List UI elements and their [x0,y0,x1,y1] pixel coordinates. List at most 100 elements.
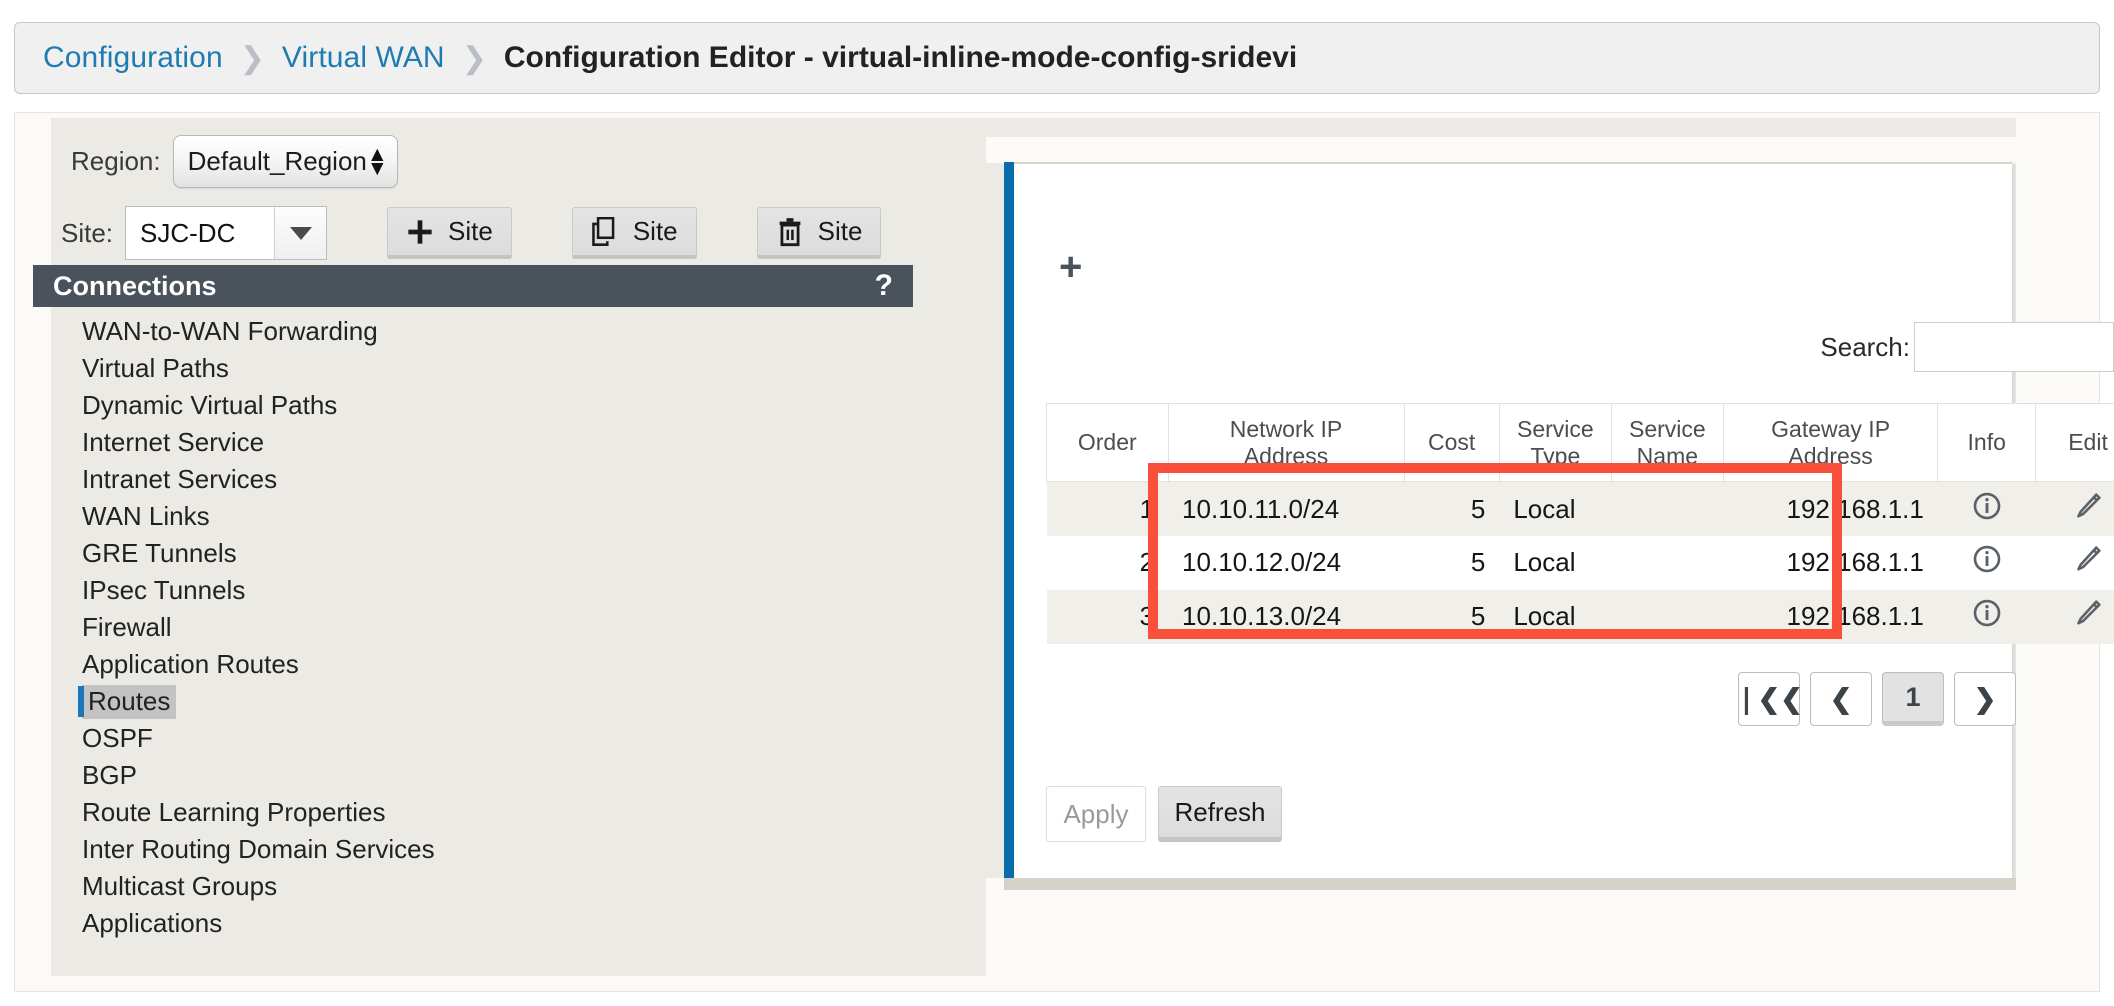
search-label: Search: [1820,331,1910,362]
breadcrumb: Configuration ❯ Virtual WAN ❯ Configurat… [14,22,2100,94]
info-circle-icon [1973,600,2001,627]
sidebar-item-label: Application Routes [82,649,299,679]
apply-button[interactable]: Apply [1046,786,1146,842]
delete-site-label: Site [817,216,863,246]
edit-button[interactable] [2035,481,2114,536]
column-header-network-ip[interactable]: Network IP Address [1167,402,1405,483]
breadcrumb-item-virtual-wan[interactable]: Virtual WAN [282,41,445,75]
refresh-button[interactable]: Refresh [1158,786,1282,842]
add-route-button[interactable]: + [1059,247,1082,287]
sidebar-item-label: WAN Links [82,501,210,531]
right-pane-strip [986,137,2016,163]
copy-site-button[interactable]: Site [571,207,697,259]
site-label: Site: [61,217,114,248]
table-row[interactable]: 2 10.10.12.0/24 5 Local 192.168.1.1 [1046,535,2114,590]
info-button[interactable] [1937,481,2036,536]
region-row: Region: Default_Region ▲ ▼ [71,135,398,188]
sidebar-item-label: GRE Tunnels [82,538,237,568]
info-button[interactable] [1937,589,2036,644]
breadcrumb-item-current: Configuration Editor - virtual-inline-mo… [503,41,1298,74]
pencil-icon [2077,492,2101,518]
cell-service-type: Local [1499,535,1612,590]
plus-icon [408,219,432,244]
sidebar-item-label: BGP [82,760,137,790]
sidebar-item-dynamic-virtual-paths[interactable]: Dynamic Virtual Paths [33,387,913,424]
cell-network-ip-address: 10.10.11.0/24 [1168,481,1404,536]
sidebar-item-label: Internet Service [82,427,265,457]
edit-button[interactable] [2035,535,2114,590]
sidebar-item-intranet-services[interactable]: Intranet Services [33,461,913,498]
sidebar-item-inter-routing-domain-services[interactable]: Inter Routing Domain Services [33,831,913,868]
site-row: Site: SJC-DC Site Site Site [61,206,882,260]
column-header-gateway-ip[interactable]: Gateway IP Address [1722,402,1939,483]
info-circle-icon [1973,492,2001,519]
cell-order: 3 [1046,589,1169,644]
help-icon[interactable]: ? [875,269,893,303]
cell-network-ip-address: 10.10.12.0/24 [1168,535,1404,590]
sidebar-item-ipsec-tunnels[interactable]: IPsec Tunnels [33,572,913,609]
column-header-edit[interactable]: Edit [2035,402,2114,483]
sidebar-item-label: OSPF [82,723,153,753]
sidebar-item-wan-to-wan-forwarding[interactable]: WAN-to-WAN Forwarding [33,313,913,350]
sidebar-item-route-learning-properties[interactable]: Route Learning Properties [33,794,913,831]
connections-menu: WAN-to-WAN Forwarding Virtual Paths Dynami… [33,313,913,942]
cell-cost: 5 [1404,535,1500,590]
sidebar-item-label: IPsec Tunnels [82,575,246,605]
cell-service-name [1611,535,1724,590]
column-header-cost[interactable]: Cost [1403,402,1500,483]
column-header-info[interactable]: Info [1937,402,2037,483]
sidebar-item-label: Intranet Services [82,464,278,494]
pagination-prev-button[interactable]: ❮ [1810,672,1872,726]
table-header-row: Order Network IP Address Cost Service Type… [1046,402,2114,483]
region-select[interactable]: Default_Region ▲ ▼ [172,135,398,188]
breadcrumb-item-configuration[interactable]: Configuration [43,41,223,75]
column-header-service-name[interactable]: Service Name [1610,402,1724,483]
delete-site-button[interactable]: Site [756,207,882,259]
search-input[interactable] [1914,322,2114,372]
sidebar-item-routes[interactable]: Routes [33,683,913,720]
trash-icon [779,217,801,246]
table-row[interactable]: 3 10.10.13.0/24 5 Local 192.168.1.1 [1046,589,2114,644]
sidebar-item-label: Route Learning Properties [82,797,386,827]
pagination-first-button[interactable]: ❘❮❮ [1735,672,1803,726]
pencil-icon [2077,546,2101,571]
cell-cost: 5 [1404,589,1500,644]
sidebar-item-label: Dynamic Virtual Paths [82,390,338,420]
sidebar-item-internet-service[interactable]: Internet Service [33,424,913,461]
sidebar-item-firewall[interactable]: Firewall [33,609,913,646]
sidebar-item-multicast-groups[interactable]: Multicast Groups [33,868,913,905]
site-select-value: SJC-DC [140,217,236,248]
site-select-toggle[interactable] [274,207,327,259]
cell-service-name [1611,481,1724,536]
add-site-label: Site [448,216,493,246]
sidebar-item-label: Inter Routing Domain Services [82,834,435,864]
sidebar-item-application-routes[interactable]: Application Routes [33,646,913,683]
column-header-service-type[interactable]: Service Type [1498,402,1612,483]
sidebar-item-label: Routes [82,684,177,719]
pagination-page-1[interactable]: 1 [1882,672,1944,726]
add-site-button[interactable]: Site [387,207,512,259]
cell-service-type: Local [1499,589,1612,644]
sidebar-item-label: WAN-to-WAN Forwarding [82,316,378,346]
sidebar-item-label: Multicast Groups [82,871,278,901]
pagination-next-button[interactable]: ❯ [1954,672,2016,726]
connections-header: Connections ? [33,265,913,307]
card-accent-bar [1004,162,1014,878]
site-select[interactable]: SJC-DC [125,206,328,260]
column-header-order[interactable]: Order [1046,402,1169,483]
sidebar-item-gre-tunnels[interactable]: GRE Tunnels [33,535,913,572]
sidebar-item-applications[interactable]: Applications [33,905,913,942]
info-button[interactable] [1937,535,2036,590]
pencil-icon [2077,600,2101,625]
cell-order: 2 [1046,535,1169,590]
cell-gateway-ip-address: 192.168.1.1 [1723,481,1938,536]
connections-title: Connections [53,270,217,301]
edit-button[interactable] [2035,589,2114,644]
sidebar-item-bgp[interactable]: BGP [33,757,913,794]
sidebar-item-ospf[interactable]: OSPF [33,720,913,757]
table-row[interactable]: 1 10.10.11.0/24 5 Local 192.168.1.1 [1046,481,2114,536]
sidebar-item-wan-links[interactable]: WAN Links [33,498,913,535]
sidebar-item-label: Applications [82,908,223,938]
sidebar-item-virtual-paths[interactable]: Virtual Paths [33,350,913,387]
cell-cost: 5 [1404,481,1500,536]
